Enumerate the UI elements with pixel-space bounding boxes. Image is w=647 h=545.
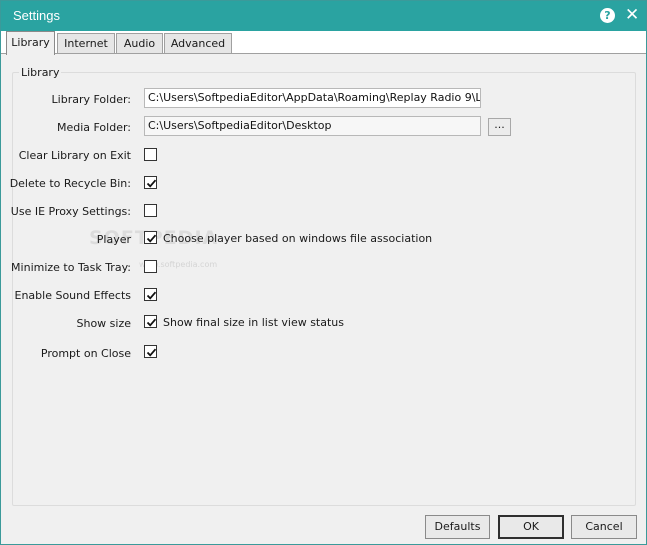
minimize-tray-checkbox[interactable] xyxy=(144,260,157,273)
tab-divider xyxy=(1,53,646,54)
recycle-bin-checkbox[interactable] xyxy=(144,176,157,189)
sound-effects-checkbox[interactable] xyxy=(144,288,157,301)
close-icon[interactable]: ✕ xyxy=(625,6,639,24)
tab-audio[interactable]: Audio xyxy=(116,33,163,54)
prompt-close-checkbox[interactable] xyxy=(144,345,157,358)
clear-library-label: Clear Library on Exit xyxy=(18,149,131,162)
checkmark-icon xyxy=(146,179,157,188)
defaults-button[interactable]: Defaults xyxy=(425,515,490,539)
show-size-checkbox-text[interactable]: Show final size in list view status xyxy=(163,316,344,329)
clear-library-checkbox[interactable] xyxy=(144,148,157,161)
tab-advanced[interactable]: Advanced xyxy=(164,33,232,54)
media-folder-label: Media Folder: xyxy=(56,121,131,134)
show-size-label: Show size xyxy=(76,317,131,330)
player-label: Player xyxy=(96,233,131,246)
checkmark-icon xyxy=(146,318,157,327)
window-title: Settings xyxy=(13,8,60,23)
player-checkbox[interactable] xyxy=(144,231,157,244)
prompt-close-label: Prompt on Close xyxy=(40,347,131,360)
library-group-title: Library xyxy=(19,66,62,79)
recycle-bin-label: Delete to Recycle Bin: xyxy=(9,177,131,190)
library-folder-label: Library Folder: xyxy=(51,93,131,106)
sound-effects-label: Enable Sound Effects xyxy=(14,289,132,302)
checkmark-icon xyxy=(146,348,157,357)
minimize-tray-label: Minimize to Task Tray: xyxy=(11,261,131,274)
help-icon[interactable]: ? xyxy=(600,8,615,23)
show-size-checkbox[interactable] xyxy=(144,315,157,328)
library-folder-input[interactable]: C:\Users\SoftpediaEditor\AppData\Roaming… xyxy=(144,88,481,108)
settings-window: Settings ? ✕ Library Internet Audio Adva… xyxy=(0,0,647,545)
checkmark-icon xyxy=(146,234,157,243)
checkmark-icon xyxy=(146,291,157,300)
ie-proxy-checkbox[interactable] xyxy=(144,204,157,217)
player-checkbox-text[interactable]: Choose player based on windows file asso… xyxy=(163,232,432,245)
media-folder-input[interactable]: C:\Users\SoftpediaEditor\Desktop xyxy=(144,116,481,136)
ie-proxy-label: Use IE Proxy Settings: xyxy=(10,205,131,218)
ok-button[interactable]: OK xyxy=(498,515,564,539)
tab-internet[interactable]: Internet xyxy=(57,33,115,54)
browse-button[interactable]: ... xyxy=(488,118,511,136)
title-bar: Settings ? ✕ xyxy=(1,1,646,31)
cancel-button[interactable]: Cancel xyxy=(571,515,637,539)
tab-strip: Library Internet Audio Advanced xyxy=(1,31,646,55)
tab-library[interactable]: Library xyxy=(6,31,55,55)
